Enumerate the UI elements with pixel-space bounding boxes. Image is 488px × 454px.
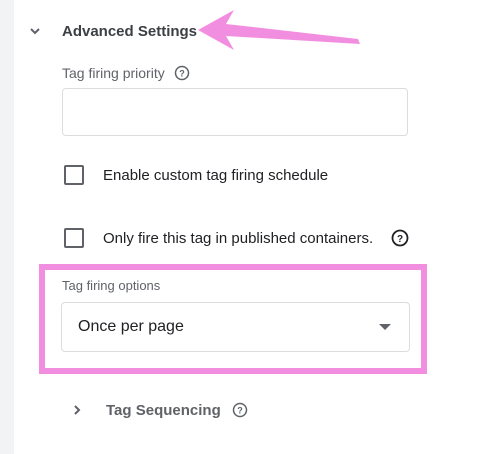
tag-firing-priority-label: Tag firing priority ? — [62, 62, 191, 84]
svg-text:?: ? — [237, 406, 243, 416]
custom-schedule-row[interactable]: Enable custom tag firing schedule — [64, 161, 328, 189]
published-only-label: Only fire this tag in published containe… — [103, 229, 374, 247]
advanced-settings-panel: Advanced Settings Tag firing priority ? … — [0, 0, 488, 454]
custom-schedule-label: Enable custom tag firing schedule — [103, 166, 329, 184]
published-only-row[interactable]: Only fire this tag in published containe… — [64, 224, 409, 252]
chevron-down-icon[interactable] — [28, 24, 42, 38]
tag-sequencing-label: Tag Sequencing — [106, 401, 221, 419]
help-circle-icon[interactable]: ? — [231, 401, 249, 419]
custom-schedule-checkbox[interactable] — [64, 165, 84, 185]
svg-text:?: ? — [397, 234, 403, 245]
chevron-right-icon[interactable] — [70, 403, 84, 417]
annotation-arrow — [198, 10, 360, 50]
tag-firing-priority-input[interactable] — [62, 88, 408, 136]
help-circle-icon[interactable]: ? — [391, 229, 409, 247]
svg-text:?: ? — [179, 69, 185, 79]
advanced-settings-header[interactable]: Advanced Settings — [28, 14, 197, 48]
tag-sequencing-header[interactable]: Tag Sequencing ? — [70, 396, 249, 424]
tag-firing-options-label: Tag firing options — [62, 278, 161, 293]
tag-firing-options-select[interactable]: Once per page — [61, 302, 410, 352]
tag-firing-options-value: Once per page — [78, 318, 184, 335]
help-circle-icon[interactable]: ? — [173, 64, 191, 82]
tag-firing-priority-text: Tag firing priority — [62, 65, 165, 81]
advanced-settings-title: Advanced Settings — [62, 22, 198, 40]
left-rail — [0, 0, 14, 454]
dropdown-arrow-icon[interactable] — [379, 324, 391, 330]
published-only-checkbox[interactable] — [64, 228, 84, 248]
